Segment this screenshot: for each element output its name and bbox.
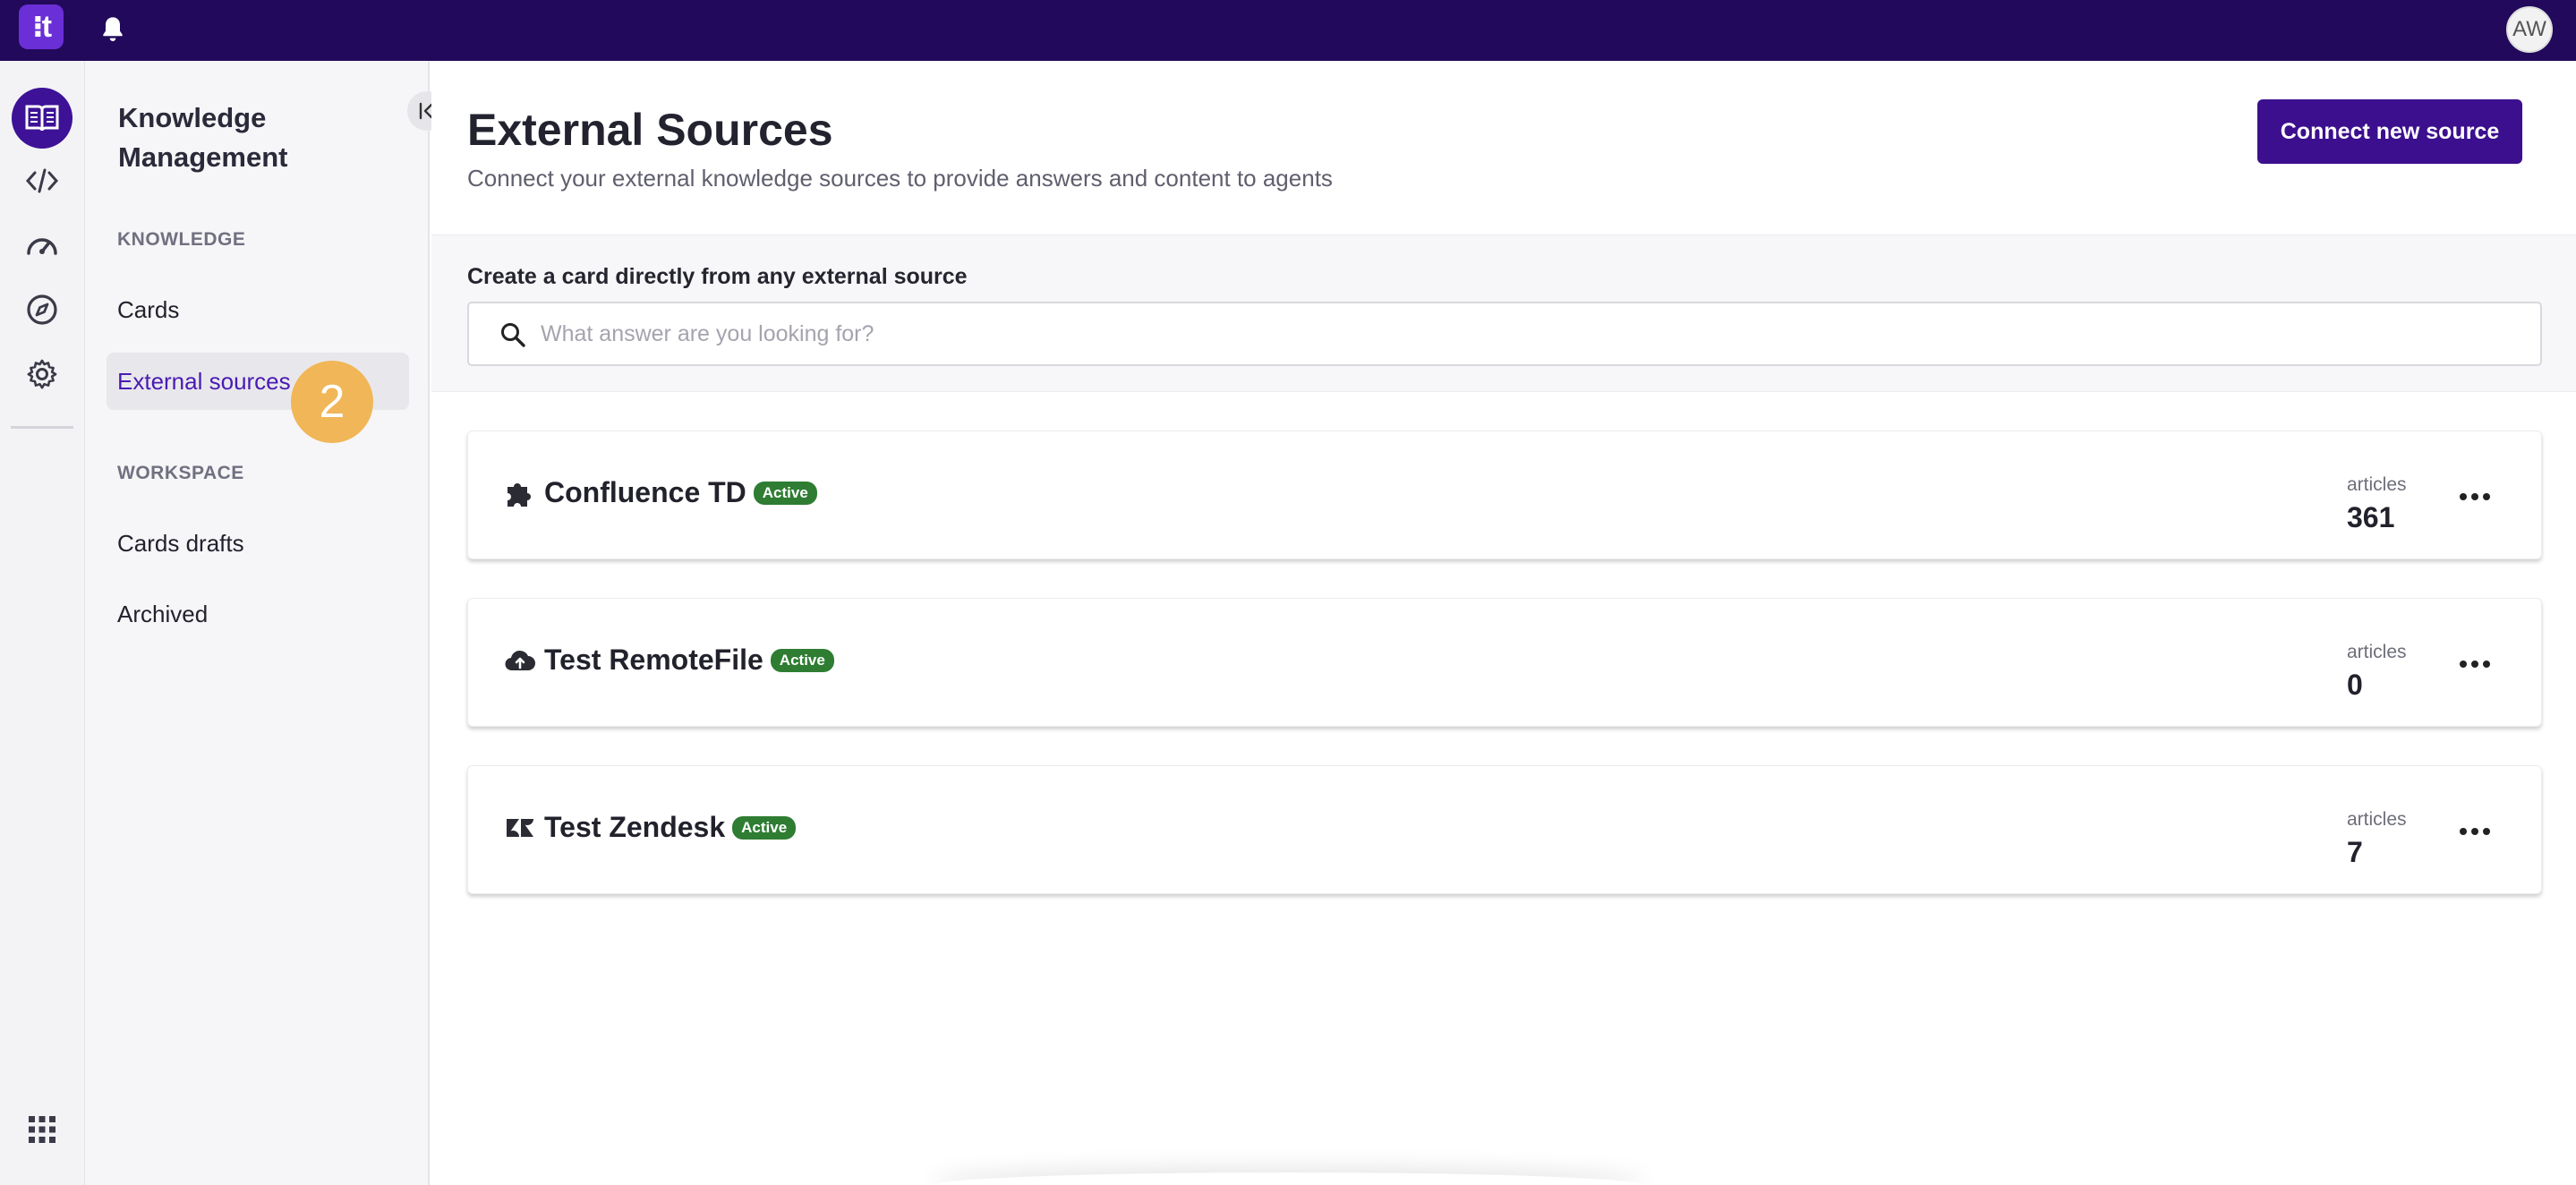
source-name[interactable]: Confluence TD Active (544, 476, 817, 509)
search-label: Create a card directly from any external… (467, 264, 968, 289)
source-card[interactable]: Confluence TD Active articles 361 (467, 431, 2542, 559)
main-content: External Sources Connect your external k… (431, 61, 2576, 1185)
articles-count: 7 (2347, 836, 2363, 868)
app-logo[interactable]: ⁝t (19, 4, 64, 49)
bell-icon[interactable] (98, 14, 127, 47)
section-label-knowledge: KNOWLEDGE (117, 229, 246, 250)
nav-item-archived[interactable]: Archived (107, 585, 409, 643)
search-section: Create a card directly from any external… (431, 234, 2576, 392)
status-badge: Active (770, 649, 834, 672)
dashboard-gauge-icon[interactable] (12, 213, 73, 274)
articles-label: articles (2347, 642, 2407, 662)
articles-label: articles (2347, 474, 2407, 495)
rail-divider (11, 426, 73, 429)
source-card[interactable]: Test RemoteFile Active articles 0 (467, 598, 2542, 727)
source-name[interactable]: Test RemoteFile Active (544, 644, 834, 677)
nav-item-cards[interactable]: Cards (107, 281, 409, 338)
section-label-workspace: WORKSPACE (117, 463, 244, 483)
articles-count: 361 (2347, 501, 2395, 533)
apps-grid-icon[interactable] (12, 1099, 73, 1160)
connect-new-source-button[interactable]: Connect new source (2257, 99, 2522, 164)
source-name-text: Test Zendesk (544, 811, 726, 843)
book-icon[interactable] (12, 88, 73, 149)
search-box[interactable] (467, 302, 2542, 366)
more-options-icon[interactable] (2453, 818, 2496, 845)
compass-icon[interactable] (12, 279, 73, 340)
puzzle-icon (504, 478, 536, 510)
knowledge-subnav: Knowledge Management KNOWLEDGE Cards Ext… (85, 61, 447, 1185)
status-badge: Active (753, 482, 817, 505)
code-icon[interactable] (12, 150, 73, 211)
zendesk-icon (504, 813, 536, 845)
more-options-icon[interactable] (2453, 651, 2496, 678)
source-card[interactable]: Test Zendesk Active articles 7 (467, 765, 2542, 894)
source-name-text: Confluence TD (544, 476, 746, 508)
search-input[interactable] (541, 303, 2510, 364)
source-name-text: Test RemoteFile (544, 644, 763, 676)
top-bar: ⁝t AW (0, 0, 2576, 61)
user-avatar[interactable]: AW (2506, 6, 2553, 53)
step-badge-2: 2 (291, 361, 373, 443)
cloud-upload-icon (504, 645, 536, 678)
icon-rail (0, 61, 85, 1185)
source-name[interactable]: Test Zendesk Active (544, 811, 797, 844)
search-icon (501, 323, 525, 347)
status-badge: Active (732, 816, 797, 840)
more-options-icon[interactable] (2453, 483, 2496, 510)
articles-label: articles (2347, 809, 2407, 830)
nav-item-cards-drafts[interactable]: Cards drafts (107, 515, 409, 572)
subnav-title: Knowledge Management (118, 102, 288, 173)
page-title: External Sources (467, 105, 833, 155)
articles-count: 0 (2347, 669, 2363, 701)
gear-icon[interactable] (12, 344, 73, 405)
page-subtitle: Connect your external knowledge sources … (467, 165, 1333, 192)
